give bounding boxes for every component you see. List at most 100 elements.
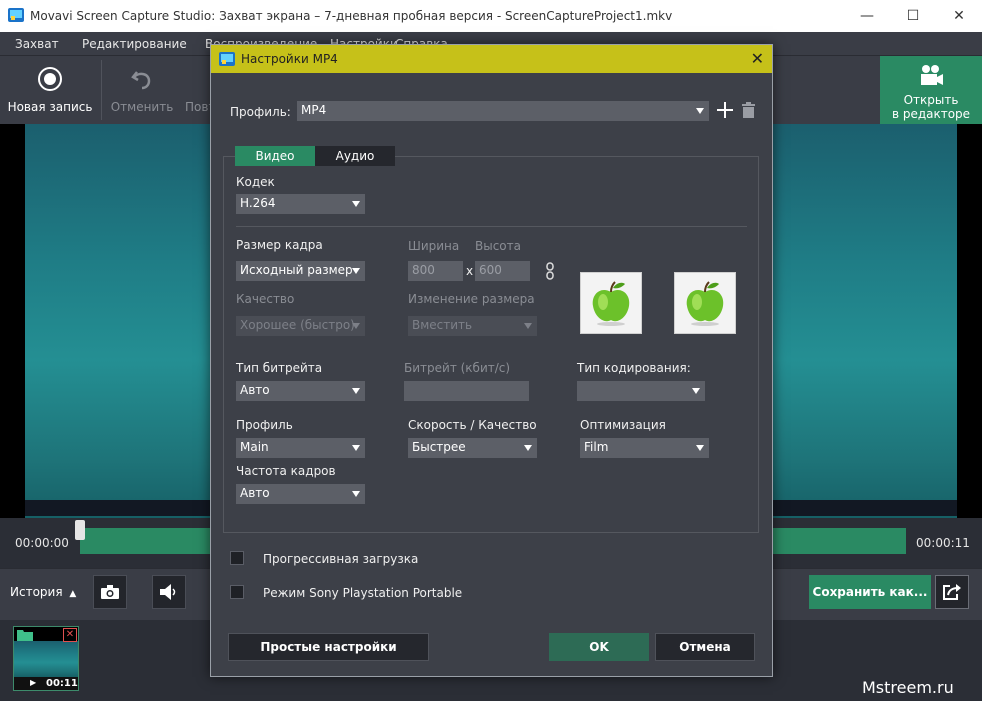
width-label: Ширина (408, 239, 460, 253)
end-time: 00:00:11 (916, 536, 970, 550)
maximize-button[interactable]: ☐ (890, 0, 936, 32)
speaker-icon (160, 584, 176, 600)
h264-profile-value: Main (240, 440, 269, 454)
frame-size-select[interactable]: Исходный размер (236, 261, 365, 281)
history-toggle[interactable]: История ▲ (10, 585, 76, 599)
folder-icon[interactable] (17, 629, 33, 641)
tab-video[interactable]: Видео (235, 146, 315, 166)
dialog-title: Настройки MP4 (241, 52, 338, 66)
thumbnail-image (14, 641, 78, 677)
close-button[interactable]: ✕ (936, 0, 982, 32)
h264-profile-label: Профиль (236, 418, 293, 432)
resize-select[interactable]: Вместить (408, 316, 537, 336)
minimize-button[interactable]: — (844, 0, 890, 32)
delete-icon[interactable]: ✕ (63, 628, 77, 642)
preview-original (580, 272, 642, 334)
chevron-down-icon (352, 491, 360, 497)
quality-select[interactable]: Хорошее (быстро) (236, 316, 365, 336)
bitrate-type-value: Авто (240, 383, 270, 397)
delete-profile-icon[interactable] (742, 102, 755, 118)
simple-settings-button[interactable]: Простые настройки (228, 633, 429, 661)
frame-size-value: Исходный размер (240, 263, 353, 277)
height-label: Высота (475, 239, 521, 253)
encoding-type-select[interactable] (577, 381, 705, 401)
chevron-down-icon (524, 445, 532, 451)
width-input[interactable]: 800 (408, 261, 463, 281)
progressive-checkbox[interactable] (230, 551, 244, 565)
add-profile-icon[interactable] (717, 102, 733, 118)
volume-button[interactable] (152, 575, 186, 609)
undo-icon (131, 71, 151, 90)
app-icon (8, 8, 24, 22)
progressive-label: Прогрессивная загрузка (263, 552, 419, 566)
chevron-down-icon (692, 388, 700, 394)
dimension-separator: x (466, 264, 474, 278)
snapshot-button[interactable] (93, 575, 127, 609)
framerate-label: Частота кадров (236, 464, 336, 478)
share-button[interactable] (935, 575, 969, 609)
caret-up-icon: ▲ (69, 589, 77, 599)
save-as-button[interactable]: Сохранить как... (809, 575, 931, 609)
optimization-value: Film (584, 440, 609, 454)
thumbnail-duration: 00:11 (46, 678, 78, 689)
mp4-settings-dialog: Настройки MP4 ✕ Профиль: MP4 Видео Аудио… (210, 44, 773, 677)
bitrate-type-label: Тип битрейта (236, 361, 323, 375)
profile-select[interactable]: MP4 (297, 101, 709, 121)
open-editor-label: Открыть в редакторе (891, 93, 971, 121)
profile-value: MP4 (301, 103, 327, 117)
codec-value: H.264 (240, 196, 276, 210)
window-title: Movavi Screen Capture Studio: Захват экр… (30, 9, 673, 23)
psp-checkbox[interactable] (230, 585, 244, 599)
codec-label: Кодек (236, 175, 275, 189)
optimization-select[interactable]: Film (580, 438, 709, 458)
profile-label: Профиль: (230, 105, 291, 119)
ok-button[interactable]: OK (549, 633, 649, 661)
dialog-close-button[interactable]: ✕ (751, 49, 764, 68)
menu-capture[interactable]: Захват (15, 37, 59, 51)
menu-edit[interactable]: Редактирование (82, 37, 187, 51)
title-bar: Movavi Screen Capture Studio: Захват экр… (0, 0, 982, 32)
optimization-label: Оптимизация (580, 418, 666, 432)
play-icon[interactable]: ▶ (30, 678, 36, 687)
open-in-editor-button[interactable]: Открыть в редакторе (880, 56, 982, 124)
chevron-down-icon (524, 323, 532, 329)
cancel-button[interactable]: Отмена (655, 633, 755, 661)
history-thumbnail[interactable]: ✕ ▶ 00:11 (13, 626, 79, 691)
tab-audio[interactable]: Аудио (315, 146, 395, 166)
watermark: Mstreem.ru (862, 678, 954, 697)
bitrate-label: Битрейт (кбит/с) (404, 361, 511, 375)
start-time: 00:00:00 (15, 536, 69, 550)
new-record-button[interactable]: Новая запись (0, 56, 100, 124)
preview-result (674, 272, 736, 334)
divider (236, 226, 747, 227)
dialog-title-bar: Настройки MP4 ✕ (211, 45, 772, 73)
undo-label: Отменить (110, 100, 174, 114)
speed-quality-label: Скорость / Качество (408, 418, 537, 432)
share-icon (943, 584, 961, 600)
frame-size-label: Размер кадра (236, 238, 323, 252)
framerate-value: Авто (240, 486, 270, 500)
undo-button[interactable]: Отменить (104, 56, 180, 124)
quality-label: Качество (236, 292, 295, 306)
bitrate-input[interactable] (404, 381, 529, 401)
film-camera-icon (921, 65, 943, 85)
link-chain-icon[interactable] (545, 262, 555, 280)
speed-quality-value: Быстрее (412, 440, 466, 454)
quality-value: Хорошее (быстро) (240, 318, 355, 332)
app-icon (219, 52, 235, 66)
apple-icon (592, 281, 630, 326)
playhead-handle[interactable] (75, 520, 85, 540)
record-icon (38, 67, 62, 91)
bitrate-type-select[interactable]: Авто (236, 381, 365, 401)
chevron-down-icon (696, 445, 704, 451)
height-input[interactable]: 600 (475, 261, 530, 281)
codec-select[interactable]: H.264 (236, 194, 365, 214)
thumbnail-footer: ▶ 00:11 (14, 677, 78, 690)
chevron-down-icon (352, 445, 360, 451)
speed-quality-select[interactable]: Быстрее (408, 438, 537, 458)
framerate-select[interactable]: Авто (236, 484, 365, 504)
save-as-label: Сохранить как... (812, 585, 928, 599)
chevron-down-icon (352, 201, 360, 207)
resize-value: Вместить (412, 318, 473, 332)
h264-profile-select[interactable]: Main (236, 438, 365, 458)
